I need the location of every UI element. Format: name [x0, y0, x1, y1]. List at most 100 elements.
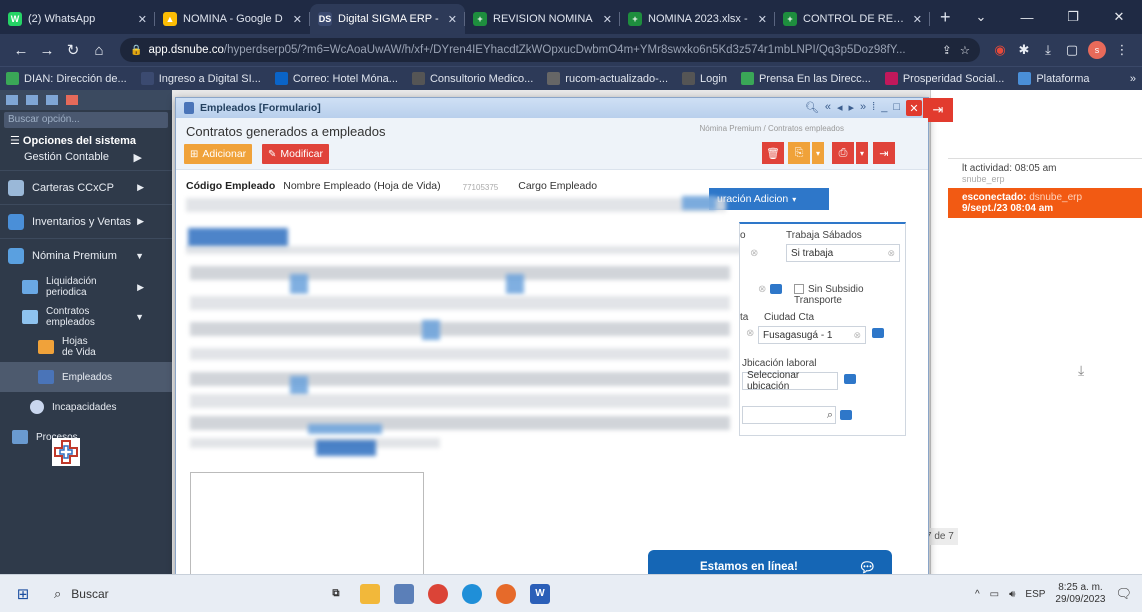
clear-icon[interactable]: ⊗: [758, 284, 766, 295]
notifications-icon[interactable]: 🗨︎: [1115, 586, 1132, 602]
sidebar-item-empleados[interactable]: Empleados: [0, 362, 172, 392]
trabaja-sabados-select[interactable]: Si trabaja ⊗: [786, 244, 900, 262]
search-icon[interactable]: ⌕: [827, 409, 833, 422]
sidebar-item-contratos[interactable]: Contratos empleados ▼: [0, 302, 172, 332]
download-icon[interactable]: ⤓: [1036, 42, 1060, 58]
bookmark-item[interactable]: DIAN: Dirección de...: [6, 72, 127, 85]
sidebar-item-inventarios[interactable]: Inventarios y Ventas ▶: [0, 204, 172, 238]
close-tab-icon[interactable]: ✕: [603, 13, 612, 26]
bookmark-item[interactable]: Prensa En las Direcc...: [740, 72, 871, 85]
first-page-icon[interactable]: «: [825, 101, 831, 114]
back-button[interactable]: ←: [8, 42, 34, 59]
extension-puzzle-icon[interactable]: ✱: [1012, 42, 1036, 58]
browser-tab[interactable]: + CONTROL DE RETEN ✕: [775, 4, 930, 34]
tab-search-icon[interactable]: ⌄: [958, 9, 1004, 25]
browser-tab[interactable]: + REVISION NOMINA ✕: [465, 4, 620, 34]
clock[interactable]: 8:25 a. m. 29/09/2023: [1055, 582, 1105, 606]
sidebar-item-incapacidades[interactable]: Incapacidades: [0, 392, 172, 422]
sidepanel-icon[interactable]: ▢: [1060, 42, 1084, 58]
bookmark-item[interactable]: Consultorio Medico...: [411, 72, 533, 85]
sidebar-item-hojas-de-vida[interactable]: Hojas de Vida: [0, 332, 172, 362]
clear-field-icon[interactable]: ⊗: [746, 244, 780, 262]
next-icon[interactable]: ▸: [849, 101, 855, 114]
download-arrow-icon[interactable]: ⤓: [1078, 362, 1084, 379]
search-icon[interactable]: 🔍︎: [805, 101, 819, 114]
word-icon[interactable]: W: [530, 583, 550, 604]
sidebar-item-gestion-contable[interactable]: Gestión Contable ▶: [0, 151, 172, 170]
maximize-button[interactable]: ❐: [1050, 9, 1096, 25]
export-button[interactable]: ⎘: [788, 142, 810, 164]
firefox-icon[interactable]: [496, 583, 516, 604]
print-button[interactable]: ⎙: [832, 142, 854, 164]
address-bar[interactable]: 🔒 app.dsnube.co /hyperdserp05/?m6=WcAoaU…: [120, 38, 980, 62]
close-tab-icon[interactable]: ✕: [758, 13, 767, 26]
new-tab-button[interactable]: +: [930, 7, 961, 34]
browser-menu-icon[interactable]: ⋮: [1110, 42, 1134, 58]
close-tab-icon[interactable]: ✕: [448, 13, 457, 26]
export-dropdown[interactable]: ▾: [812, 142, 824, 164]
file-explorer-icon[interactable]: [360, 583, 380, 604]
browser-tab[interactable]: + NOMINA 2023.xlsx - ✕: [620, 4, 775, 34]
exit-form-button[interactable]: ⇥: [873, 142, 895, 164]
network-icon[interactable]: ▭: [990, 589, 999, 600]
browser-tab[interactable]: W (2) WhatsApp ✕: [0, 4, 155, 34]
sin-subsidio-checkbox[interactable]: Sin Subsidio Transporte: [794, 284, 905, 306]
seleccionar-ubicacion-button[interactable]: Seleccionar ubicación: [742, 370, 838, 392]
sidebar-tool-icon[interactable]: [6, 95, 18, 105]
bookmark-item[interactable]: Ingreso a Digital SI...: [140, 72, 261, 85]
sidebar-tool-icon[interactable]: [26, 95, 38, 105]
chrome-icon[interactable]: [428, 583, 448, 604]
menu-icon[interactable]: ⁞: [872, 101, 875, 114]
observations-textarea[interactable]: [190, 472, 424, 576]
ciudad-cta-select[interactable]: Fusagasugá - 1 ⊗: [758, 326, 866, 344]
task-view-icon[interactable]: ⧉: [326, 584, 346, 604]
sidebar-item-procesos[interactable]: Procesos: [0, 422, 172, 452]
bookmark-item[interactable]: Login: [682, 72, 727, 85]
info-button[interactable]: [770, 284, 782, 295]
taskbar-search[interactable]: ⌕ Buscar: [46, 579, 216, 609]
close-tab-icon[interactable]: ✕: [913, 13, 922, 26]
bookmark-item[interactable]: rucom-actualizado-...: [547, 72, 668, 85]
last-page-icon[interactable]: »: [860, 101, 866, 114]
minimize-button[interactable]: —: [1004, 10, 1050, 25]
sidebar-item-carteras[interactable]: Carteras CCxCP ▶: [0, 170, 172, 204]
volume-icon[interactable]: 🔊︎: [1009, 589, 1015, 600]
reload-button[interactable]: ↻: [60, 41, 86, 59]
close-tab-icon[interactable]: ✕: [138, 13, 147, 26]
minimize-modal-icon[interactable]: _: [881, 101, 887, 114]
clear-icon[interactable]: ⊗: [746, 328, 754, 339]
info-button[interactable]: [844, 374, 856, 385]
sidebar-item-liquidacion[interactable]: Liquidación periodica ▶: [0, 272, 172, 302]
restore-modal-icon[interactable]: □: [893, 101, 900, 114]
calculator-app-icon[interactable]: [394, 583, 414, 604]
forward-button[interactable]: →: [34, 42, 60, 59]
info-button[interactable]: [840, 410, 852, 421]
sidebar-item-nomina-premium[interactable]: Nómina Premium ▼: [0, 238, 172, 272]
bookmark-star-icon[interactable]: ☆: [952, 43, 970, 57]
windows-start-icon[interactable]: ⊞: [0, 585, 46, 603]
profile-avatar[interactable]: s: [1088, 41, 1106, 59]
close-window-button[interactable]: ✕: [1096, 9, 1142, 25]
sidebar-tool-icon[interactable]: [46, 95, 58, 105]
share-icon[interactable]: ⇪: [934, 43, 952, 57]
lookup-input[interactable]: ⌕: [742, 406, 836, 424]
language-indicator[interactable]: ESP: [1025, 589, 1045, 600]
info-button[interactable]: [872, 328, 884, 339]
close-modal-button[interactable]: ✕: [906, 100, 922, 116]
browser-tab[interactable]: ▲ NOMINA - Google D ✕: [155, 4, 310, 34]
sidebar-tool-icon[interactable]: [66, 95, 78, 105]
config-adicional-button[interactable]: uración Adicion ▾: [709, 188, 829, 210]
add-button[interactable]: ⊞ Adicionar: [184, 144, 253, 164]
bookmark-item[interactable]: Correo: Hotel Móna...: [274, 72, 398, 85]
extension-red-icon[interactable]: ◉: [988, 42, 1012, 58]
tray-arrow-icon[interactable]: ^: [975, 589, 980, 600]
sidebar-search-input[interactable]: Buscar opción...: [4, 112, 168, 128]
prev-icon[interactable]: ◂: [837, 101, 843, 114]
bookmark-item[interactable]: Plataforma: [1018, 72, 1090, 85]
bookmark-item[interactable]: Prosperidad Social...: [884, 72, 1004, 85]
more-bookmarks-icon[interactable]: »: [1130, 73, 1136, 85]
delete-button[interactable]: 🗑︎: [762, 142, 784, 164]
modify-button[interactable]: ✎ Modificar: [262, 144, 329, 164]
print-dropdown[interactable]: ▾: [856, 142, 868, 164]
browser-tab[interactable]: DS Digital SIGMA ERP - ✕: [310, 4, 465, 34]
